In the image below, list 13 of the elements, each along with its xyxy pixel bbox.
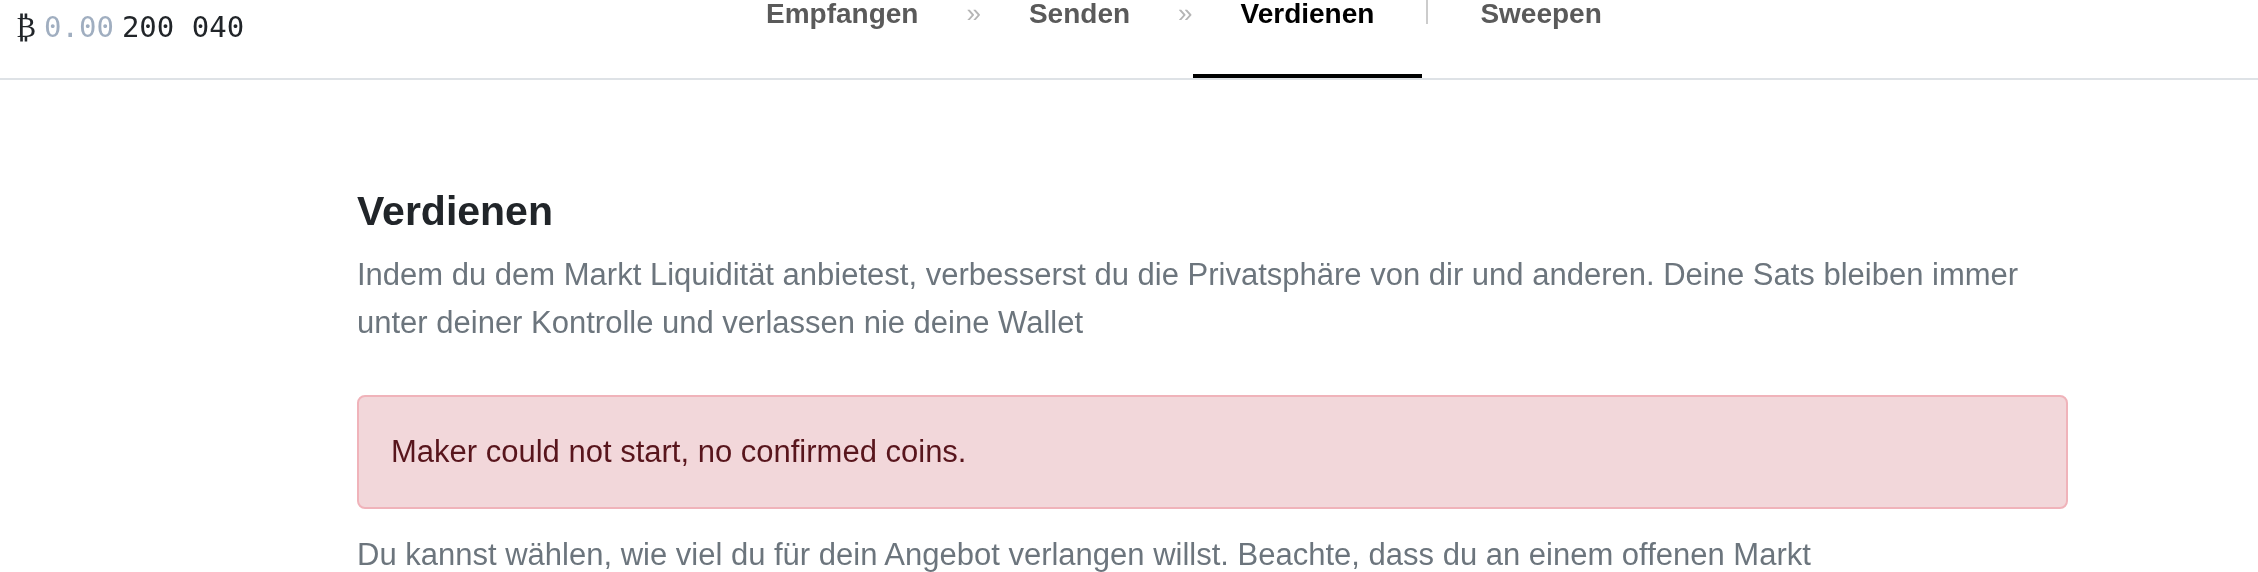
nav-tab[interactable]: Verdienen [1192,0,1423,78]
fee-hint-text: Du kannst wählen, wie viel du für dein Angebot verlangen willst. Beachte, dass du an einem offenen Markt [357,536,1812,572]
bitcoin-symbol: ₿ [16,10,37,44]
step-separator: » [966,0,981,30]
nav-tab[interactable]: Senden [980,0,1179,78]
balance-amount: 200 040 [121,10,245,44]
intro-paragraph: Indem du dem Markt Liquidität anbietest, verbesserst du die Privatsphäre von dir und anderen. Deine Sats bleiben immer unter deiner Kontrolle und verlassen nie deine Wallet [357,256,2020,342]
nav-tab[interactable]: Sweepen [1432,0,1650,78]
error-alert: Maker could not start, no confirmed coins. [357,395,2068,509]
page-heading: Verdienen [357,188,554,235]
balance-leading-zeros: 0.00 [44,10,114,44]
step-separator: » [1178,0,1193,30]
nav-tab[interactable]: Empfangen [718,0,967,78]
